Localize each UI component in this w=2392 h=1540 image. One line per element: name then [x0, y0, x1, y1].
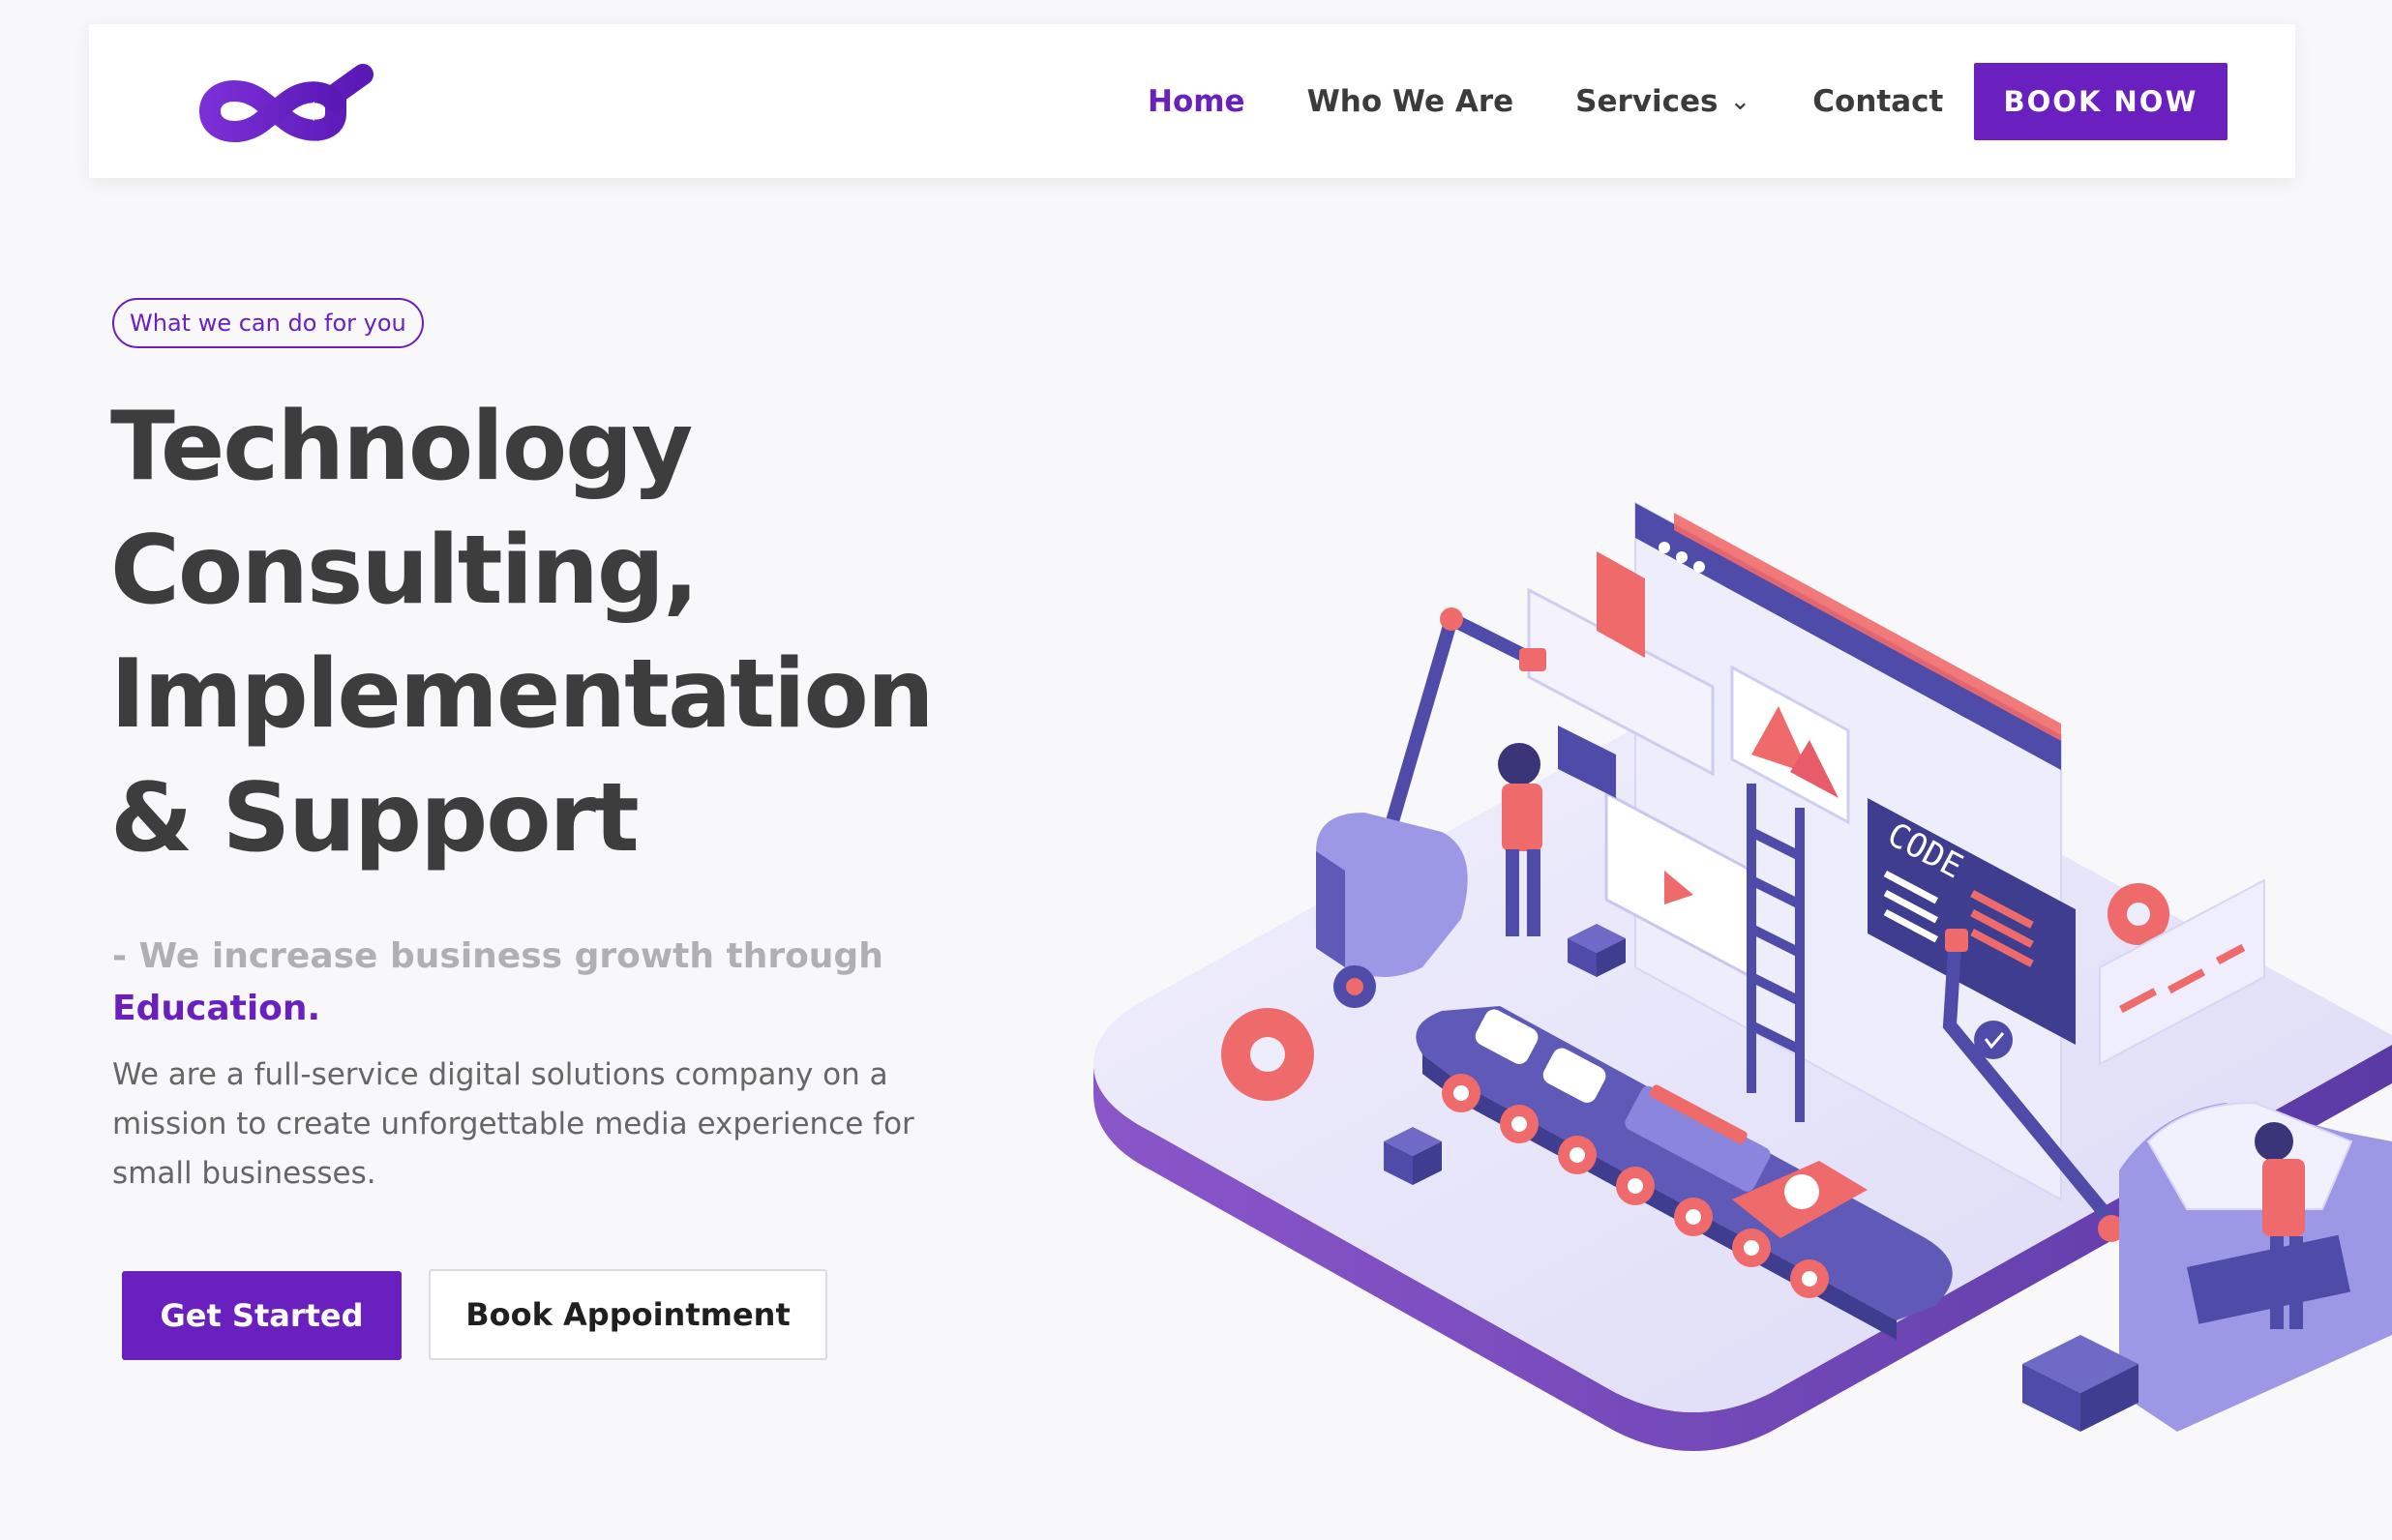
chevron-down-icon[interactable]: ⌄: [1729, 87, 1750, 116]
menu-item-contact[interactable]: Contact: [1812, 84, 1943, 119]
headline-line: Consulting,: [110, 516, 699, 626]
tagline-accent: Education.: [112, 989, 321, 1028]
main-menu: Home Who We Are Services ⌄ Contact: [1148, 80, 2005, 123]
hero-headline: Technology Consulting, Implementation & …: [110, 385, 1030, 880]
hero-badge: What we can do for you: [112, 298, 424, 348]
isometric-tech-factory-illustration: CODE: [1093, 501, 2392, 1451]
site-header: Home Who We Are Services ⌄ Contact BOOK N…: [89, 24, 2295, 178]
menu-item-services[interactable]: Services ⌄: [1575, 84, 1750, 119]
headline-line: Implementation: [110, 639, 935, 750]
headline-line: & Support: [110, 763, 640, 874]
hero-description: We are a full-service digital solutions …: [112, 1057, 914, 1191]
menu-item-who-we-are[interactable]: Who We Are: [1307, 84, 1514, 119]
headline-line: Technology: [110, 392, 693, 502]
book-appointment-button[interactable]: Book Appointment: [429, 1269, 827, 1360]
infinity-logo-icon[interactable]: [191, 44, 384, 160]
menu-item-home[interactable]: Home: [1148, 84, 1245, 119]
hero-tagline: - We increase business growth through Ed…: [112, 931, 983, 1035]
get-started-button[interactable]: Get Started: [122, 1271, 402, 1360]
book-now-button[interactable]: BOOK NOW: [1974, 63, 2228, 140]
tagline-text: - We increase business growth through: [112, 936, 883, 976]
menu-item-services-label: Services: [1575, 84, 1719, 119]
